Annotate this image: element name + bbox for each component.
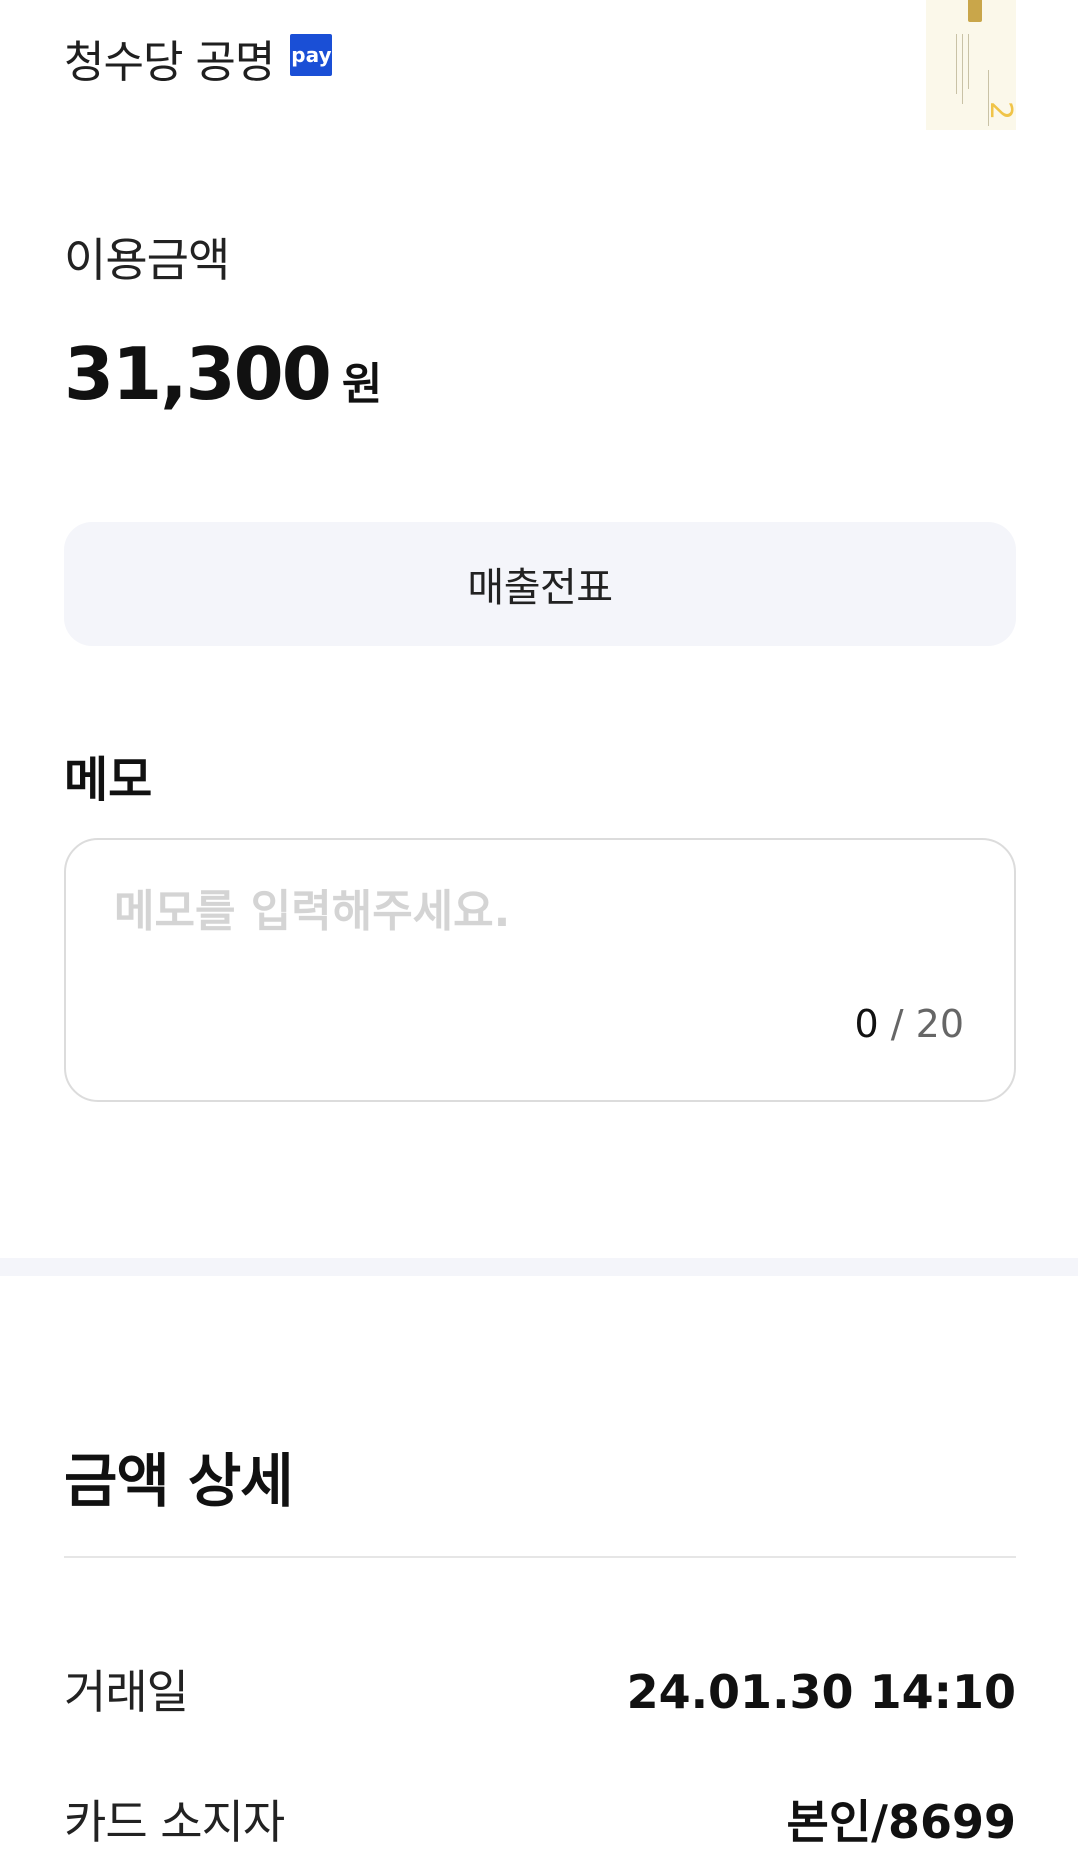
detail-value: 24.01.30 14:10 (626, 1665, 1016, 1719)
memo-char-separator: / (890, 1002, 904, 1046)
memo-input[interactable] (114, 886, 954, 937)
amount-value: 31,300 (64, 332, 332, 416)
memo-box[interactable]: 0 / 20 (64, 838, 1016, 1102)
amount-unit: 원 (341, 359, 383, 410)
card-text-line (968, 34, 969, 89)
card-number-mark: 2 (982, 100, 1016, 121)
sales-slip-button[interactable]: 매출전표 (64, 522, 1016, 646)
details-divider (64, 1556, 1016, 1558)
detail-label: 거래일 (64, 1665, 189, 1719)
memo-char-max: 20 (915, 1002, 964, 1046)
detail-row-transaction-date: 거래일 24.01.30 14:10 (64, 1656, 1016, 1722)
transaction-detail-page: 청수당 공명 pay 2 이용금액 31,300 원 매출전표 메모 0 / 2… (0, 0, 1078, 1849)
merchant-header: 청수당 공명 pay (64, 26, 333, 90)
amount-label: 이용금액 (64, 233, 230, 287)
memo-title: 메모 (64, 752, 153, 808)
detail-value: 본인/8699 (786, 1795, 1016, 1849)
amount-row: 31,300 원 (64, 332, 382, 416)
card-text-line (956, 34, 957, 94)
pay-badge-icon: pay (290, 34, 333, 76)
merchant-name: 청수당 공명 (64, 37, 275, 88)
card-text-line (962, 34, 963, 104)
amount-details-title: 금액 상세 (64, 1447, 294, 1515)
memo-char-counter: 0 / 20 (854, 1002, 964, 1046)
section-divider-band (0, 1258, 1078, 1276)
memo-char-count: 0 (854, 1002, 879, 1046)
card-thumbnail[interactable]: 2 (926, 0, 1016, 130)
detail-label: 카드 소지자 (64, 1795, 285, 1849)
detail-row-card-holder: 카드 소지자 본인/8699 (64, 1786, 1016, 1852)
card-chip-icon (968, 0, 982, 22)
